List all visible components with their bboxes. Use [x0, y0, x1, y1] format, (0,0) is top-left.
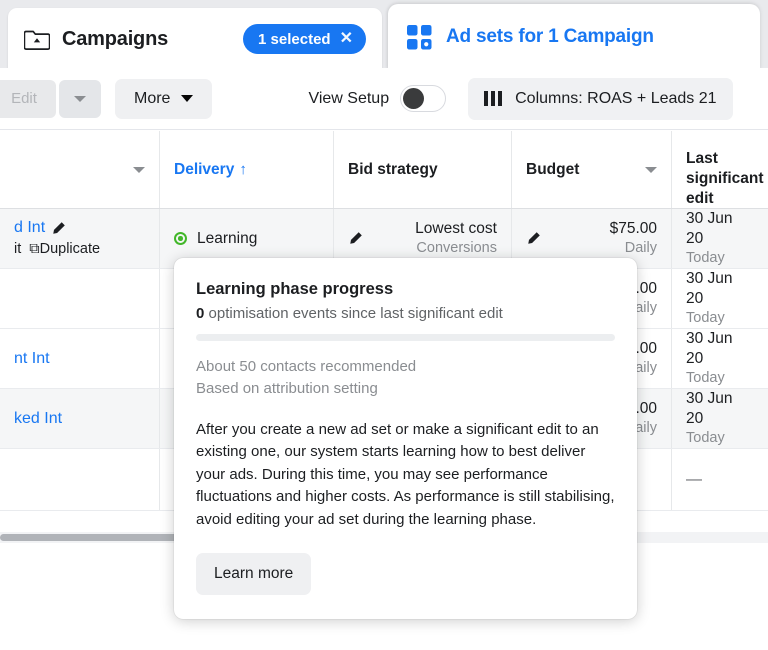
column-header-bid-strategy-label: Bid strategy: [348, 161, 438, 179]
pencil-icon[interactable]: [348, 231, 363, 246]
folder-up-icon: [24, 27, 50, 51]
cell-ad-set-name[interactable]: ked Int: [0, 389, 160, 448]
column-header-budget-label: Budget: [526, 161, 579, 179]
last-edit-value: 30 Jun 20: [686, 329, 754, 369]
toggle-knob: [403, 88, 424, 109]
sort-ascending-icon: ↑: [239, 161, 247, 178]
app-root: Campaigns 1 selected ✕ Ad sets for 1 Cam…: [0, 0, 768, 650]
column-header-last-significant-edit[interactable]: Last significant edit: [672, 131, 768, 208]
learning-progress-bar: [196, 334, 615, 341]
ad-set-name-link[interactable]: nt Int: [14, 350, 50, 368]
tab-campaigns[interactable]: Campaigns 1 selected ✕: [8, 8, 382, 70]
last-edit-value: 30 Jun 20: [686, 269, 754, 309]
selected-count-pill[interactable]: 1 selected ✕: [243, 24, 366, 54]
budget-value: $75.00: [610, 219, 657, 239]
grid-squares-icon: [406, 24, 433, 51]
popover-meta: About 50 contacts recommended Based on a…: [196, 356, 615, 400]
last-edit-sub: Today: [686, 429, 754, 448]
column-header-budget[interactable]: Budget: [512, 131, 672, 208]
last-edit-sub: Today: [686, 249, 754, 268]
pencil-icon[interactable]: [526, 231, 541, 246]
last-edit-sub: Today: [686, 309, 754, 328]
totals-last-edit-value: —: [686, 471, 702, 489]
ad-set-name-link[interactable]: ked Int: [14, 410, 62, 428]
cell-last-significant-edit: 30 Jun 20 Today: [672, 329, 768, 388]
column-header-delivery-label: Delivery: [174, 161, 234, 179]
toolbar: Edit More View Setup Columns: ROAS + Lea…: [0, 68, 768, 130]
cell-ad-set-name[interactable]: [0, 269, 160, 328]
column-header-bid-strategy[interactable]: Bid strategy: [334, 131, 512, 208]
popover-meta-line-1: About 50 contacts recommended: [196, 356, 615, 378]
chevron-down-icon: [74, 96, 86, 102]
column-header-name[interactable]: [0, 131, 160, 208]
ad-set-name-link[interactable]: d Int: [14, 218, 45, 239]
selected-count-label: 1 selected: [258, 31, 331, 48]
column-header-delivery[interactable]: Delivery ↑: [160, 131, 334, 208]
more-button[interactable]: More: [115, 79, 212, 119]
close-icon[interactable]: ✕: [340, 31, 353, 47]
columns-button[interactable]: Columns: ROAS + Leads 21: [468, 78, 732, 120]
last-edit-value: 30 Jun 20: [686, 389, 754, 429]
cell-last-significant-edit: 30 Jun 20 Today: [672, 389, 768, 448]
view-setup-toggle[interactable]: [400, 85, 446, 112]
delivery-status-label: Learning: [197, 230, 257, 248]
chevron-down-icon[interactable]: [645, 167, 657, 173]
tab-ad-sets-label: Ad sets for 1 Campaign: [446, 26, 654, 48]
popover-title: Learning phase progress: [196, 280, 615, 299]
pencil-icon[interactable]: [51, 221, 66, 236]
tab-ad-sets[interactable]: Ad sets for 1 Campaign: [388, 4, 760, 70]
learning-phase-popover: Learning phase progress 0 optimisation e…: [174, 258, 637, 619]
edit-button[interactable]: Edit: [0, 80, 56, 118]
view-setup-control[interactable]: View Setup: [308, 85, 446, 112]
more-button-label: More: [134, 90, 170, 108]
duplicate-action-link[interactable]: ⧉Duplicate: [29, 240, 100, 259]
popover-events-text: optimisation events since last significa…: [204, 305, 502, 322]
bid-strategy-sub: Conversions: [416, 239, 497, 258]
popover-events-line: 0 optimisation events since last signifi…: [196, 305, 615, 322]
popover-meta-line-2: Based on attribution setting: [196, 378, 615, 400]
chevron-down-icon: [181, 95, 193, 102]
popover-body-text: After you create a new ad set or make a …: [196, 419, 615, 532]
chevron-down-icon[interactable]: [133, 167, 145, 173]
budget-sub: Daily: [625, 239, 657, 258]
tab-campaigns-label: Campaigns: [62, 28, 168, 51]
cell-last-significant-edit: 30 Jun 20 Today: [672, 209, 768, 268]
cell-ad-set-name[interactable]: d Int it ⧉Duplicate: [0, 209, 160, 268]
column-header-last-edit-label: Last significant edit: [686, 149, 764, 208]
columns-bars-icon: [484, 91, 502, 106]
table-header-row: Delivery ↑ Bid strategy Budget Last sign…: [0, 131, 768, 209]
learn-more-button[interactable]: Learn more: [196, 553, 311, 595]
edit-dropdown-button[interactable]: [59, 80, 101, 118]
cell-totals-last-edit: —: [672, 449, 768, 510]
last-edit-sub: Today: [686, 369, 754, 388]
last-edit-value: 30 Jun 20: [686, 209, 754, 249]
cell-totals-name: [0, 449, 160, 510]
cell-last-significant-edit: 30 Jun 20 Today: [672, 269, 768, 328]
cell-ad-set-name[interactable]: nt Int: [0, 329, 160, 388]
bid-strategy-value: Lowest cost: [415, 219, 497, 239]
columns-button-label: Columns: ROAS + Leads 21: [515, 90, 716, 108]
view-setup-label: View Setup: [308, 90, 389, 108]
status-dot-learning-icon: [174, 232, 187, 245]
edit-action-link[interactable]: it: [14, 240, 21, 259]
